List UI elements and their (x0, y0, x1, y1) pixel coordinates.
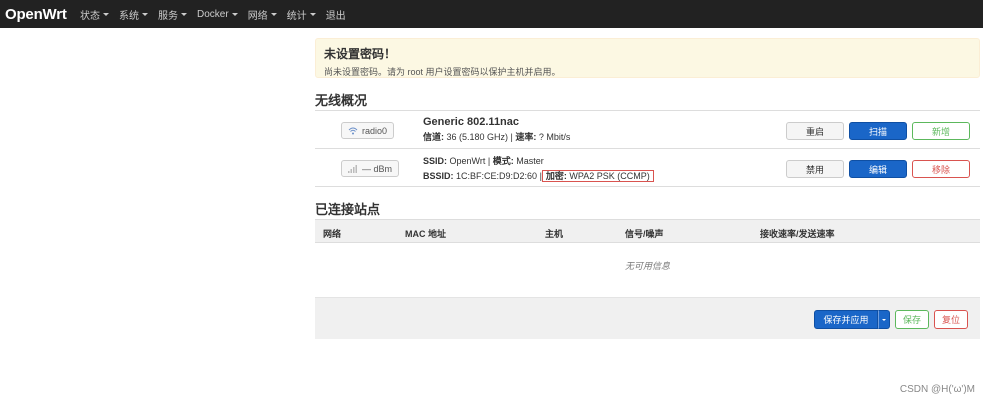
scan-button[interactable]: 扫描 (849, 122, 907, 140)
nav-status[interactable]: 状态 (80, 7, 109, 22)
nav-services[interactable]: 服务 (158, 7, 187, 22)
disable-button[interactable]: 禁用 (786, 160, 844, 178)
bssid-line: BSSID: 1C:BF:CE:D9:D2:60 | 加密: WPA2 PSK (… (423, 169, 654, 182)
stations-title: 已连接站点 (315, 202, 381, 217)
col-host: 主机 (545, 229, 564, 239)
edit-button[interactable]: 编辑 (849, 160, 907, 178)
page-actions: 保存并应用 保存 复位 (814, 310, 968, 329)
network-actions: 禁用 编辑 移除 (781, 160, 970, 178)
wireless-table: radio0 Generic 802.11nac 信道: 36 (5.180 G… (315, 110, 980, 187)
col-network: 网络 (323, 229, 342, 239)
watermark: CSDN @H('ω')M (899, 384, 975, 395)
chevron-down-icon (309, 12, 316, 16)
chevron-down-icon (103, 12, 109, 16)
radio-details: 信道: 36 (5.180 GHz) | 速率: ? Mbit/s (423, 132, 571, 142)
chevron-down-icon (231, 12, 238, 16)
radio-actions: 重启 扫描 新增 (781, 122, 970, 140)
save-apply-dropdown-toggle[interactable] (878, 310, 890, 329)
caret-down-icon (882, 318, 886, 321)
radio-name: Generic 802.11nac (423, 116, 520, 128)
col-rx-tx-rate: 接收速率/发送速率 (760, 229, 835, 239)
alert-title: 未设置密码！ (324, 47, 397, 61)
chevron-down-icon (142, 12, 148, 16)
alert-text: 尚未设置密码。请为 root 用户设置密码以保护主机并启用。 (324, 67, 561, 77)
chevron-down-icon (270, 12, 277, 16)
col-signal-noise: 信号/噪声 (625, 229, 664, 239)
col-mac: MAC 地址 (405, 229, 446, 239)
signal-strength-icon (348, 164, 357, 173)
page-actions-bar: 保存并应用 保存 复位 (315, 297, 980, 339)
stations-table: 网络 MAC 地址 主机 信号/噪声 接收速率/发送速率 无可用信息 (315, 219, 980, 287)
nav-network[interactable]: 网络 (248, 7, 277, 22)
table-header: 网络 MAC 地址 主机 信号/噪声 接收速率/发送速率 (315, 219, 980, 243)
ssid-line: SSID: OpenWrt | 模式: Master (423, 156, 544, 166)
nav-statistics[interactable]: 统计 (287, 7, 316, 22)
wifi-icon (348, 127, 358, 134)
add-button[interactable]: 新增 (912, 122, 970, 140)
restart-button[interactable]: 重启 (786, 122, 844, 140)
nav-system[interactable]: 系统 (119, 7, 148, 22)
encryption-highlight: 加密: WPA2 PSK (CCMP) (541, 170, 654, 182)
network-row: — dBm SSID: OpenWrt | 模式: Master BSSID: … (315, 149, 980, 187)
save-apply-button[interactable]: 保存并应用 (814, 310, 878, 329)
radio-row: radio0 Generic 802.11nac 信道: 36 (5.180 G… (315, 111, 980, 149)
top-navbar: OpenWrt 状态 系统 服务 Docker 网络 统计 退出 (0, 0, 983, 28)
nav-docker[interactable]: Docker (197, 9, 238, 20)
empty-message: 无可用信息 (624, 260, 670, 271)
signal-badge: — dBm (341, 160, 400, 177)
radio-info: Generic 802.11nac 信道: 36 (5.180 GHz) | 速… (423, 116, 570, 143)
save-button[interactable]: 保存 (895, 310, 929, 329)
wireless-overview-title: 无线概况 (315, 93, 368, 108)
brand-logo[interactable]: OpenWrt (0, 6, 80, 23)
reset-button[interactable]: 复位 (934, 310, 968, 329)
chevron-down-icon (181, 12, 187, 16)
remove-button[interactable]: 移除 (912, 160, 970, 178)
main-content: 未设置密码！ 尚未设置密码。请为 root 用户设置密码以保护主机并启用。 无线… (315, 38, 980, 339)
password-warning-alert: 未设置密码！ 尚未设置密码。请为 root 用户设置密码以保护主机并启用。 (315, 38, 980, 78)
radio-badge: radio0 (341, 122, 395, 139)
save-apply-split-button: 保存并应用 (814, 310, 890, 329)
network-info: SSID: OpenWrt | 模式: Master BSSID: 1C:BF:… (423, 154, 654, 182)
nav-logout[interactable]: 退出 (326, 7, 346, 22)
